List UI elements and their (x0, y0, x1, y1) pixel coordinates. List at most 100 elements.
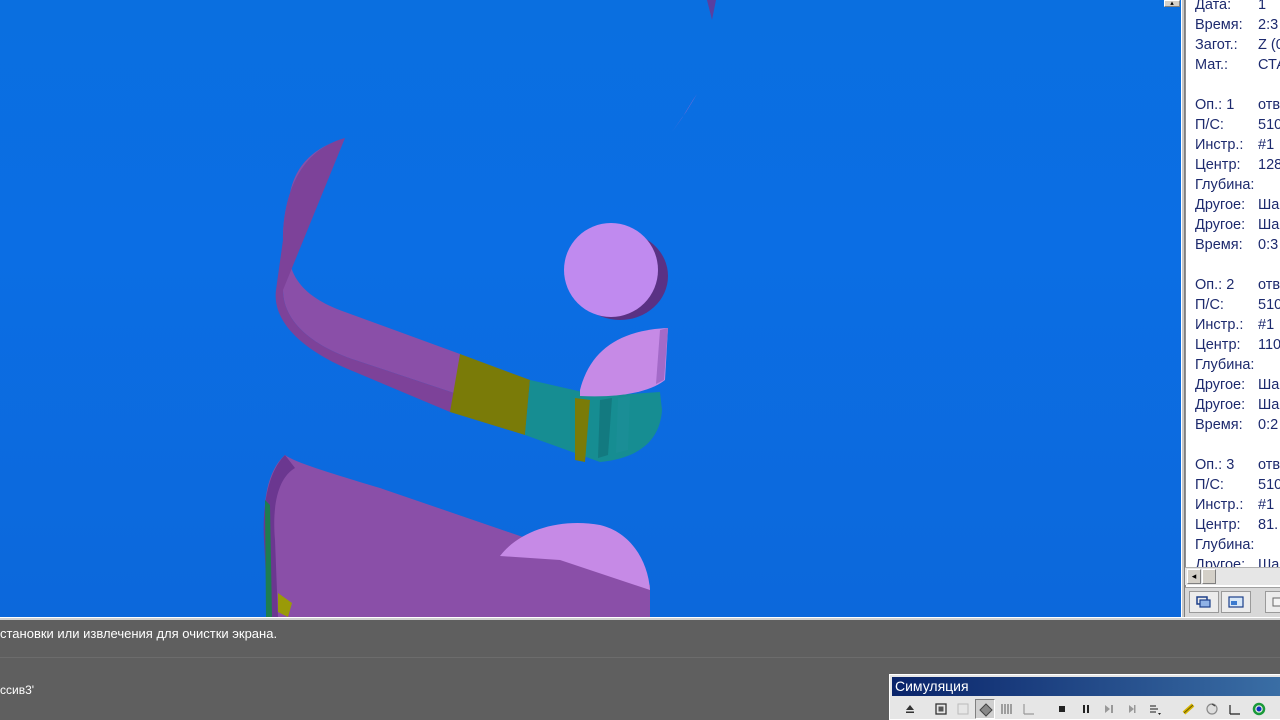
info-row (1195, 75, 1258, 95)
command-prompt-text: становки или извлечения для очистки экра… (0, 626, 278, 641)
info-row-label: Другое: (1195, 377, 1246, 393)
info-row: Оп.: 3 отв (1195, 455, 1280, 475)
line-button[interactable] (1225, 699, 1245, 719)
axes-button[interactable] (1019, 699, 1039, 719)
scroll-thumb[interactable] (1202, 569, 1216, 584)
info-row-label: Время: (1195, 237, 1243, 253)
command-input-line[interactable]: ссив3' (0, 683, 34, 697)
info-row-value: Ша (1258, 217, 1280, 233)
speed-dropdown-button[interactable] (1145, 699, 1165, 719)
info-row: Инстр.: #1 (1195, 315, 1274, 335)
info-row-value: #1 (1258, 137, 1275, 153)
stop-icon (1059, 706, 1065, 712)
info-row-label: Глубина: (1195, 537, 1255, 553)
tab-script[interactable] (1265, 591, 1280, 613)
info-row-label: Время: (1195, 417, 1243, 433)
upper-wall-yellow-segment (450, 354, 530, 435)
info-row-value: СТА (1258, 57, 1280, 73)
info-row-label: Оп.: 2 (1195, 277, 1235, 293)
info-row: Инстр.: #1 (1195, 135, 1274, 155)
pause-icon (1083, 705, 1089, 713)
info-row: Глубина: (1195, 535, 1258, 555)
info-row-label: Инстр.: (1195, 497, 1244, 513)
info-panel-tabs (1185, 587, 1280, 617)
info-row-value: Ша (1258, 377, 1280, 393)
info-row: Центр: 81. (1195, 515, 1278, 535)
command-separator (0, 657, 1280, 658)
stock-box-icon (935, 703, 947, 715)
info-row-label: Глубина: (1195, 357, 1255, 373)
layers-icon (1196, 596, 1211, 608)
info-row-value: 1 (1258, 0, 1267, 13)
info-row-label: Центр: (1195, 157, 1241, 173)
info-row-label: Глубина: (1195, 177, 1255, 193)
script-icon (1272, 597, 1280, 607)
info-row-value: 81. (1258, 517, 1279, 533)
simulation-viewport[interactable] (0, 0, 1181, 617)
info-row: П/С: 510 (1195, 295, 1280, 315)
toolpath-icon (1001, 704, 1012, 714)
step-forward-button[interactable] (1099, 699, 1119, 719)
info-row: Загот.: Z (0 (1195, 35, 1280, 55)
info-row-value: отв (1258, 97, 1280, 113)
scroll-left-button[interactable]: ◂ (1187, 569, 1201, 584)
color-ring-button[interactable] (1249, 699, 1269, 719)
tab-layers[interactable] (1189, 591, 1219, 613)
info-row-value: 110 (1258, 337, 1280, 353)
info-row: Другое: Ша (1195, 395, 1279, 415)
measure-button[interactable] (1179, 699, 1199, 719)
info-row-value: 0:3 (1258, 237, 1279, 253)
panel-scroll-up-button[interactable]: ▴ (1164, 0, 1180, 7)
simulation-toolbar-buttons (892, 698, 1280, 720)
info-row-label: Оп.: 3 (1195, 457, 1235, 473)
info-row-label: П/С: (1195, 297, 1224, 313)
wireframe-button[interactable] (953, 699, 973, 719)
info-row-value: #1 (1258, 497, 1275, 513)
speed-dropdown-icon (1150, 705, 1161, 715)
measure-icon (1182, 703, 1195, 715)
info-row-label: Инстр.: (1195, 317, 1244, 333)
info-row: Другое: Ша (1195, 375, 1279, 395)
info-row: Дата: 1 (1195, 0, 1266, 15)
info-row: П/С: 510 (1195, 115, 1280, 135)
info-row-label: Мат.: (1195, 57, 1229, 73)
info-row (1195, 435, 1258, 455)
info-row: Оп.: 1 отв (1195, 95, 1280, 115)
rotate-button[interactable] (1202, 699, 1222, 719)
info-row: Инстр.: #1 (1195, 495, 1274, 515)
info-row-label: Центр: (1195, 517, 1241, 533)
simulation-toolbar-title[interactable]: Симуляция (892, 677, 1280, 696)
solid-shade-button[interactable] (975, 699, 995, 719)
info-row-value: 510 (1258, 117, 1280, 133)
info-panel-hscrollbar[interactable]: ◂ (1185, 567, 1280, 585)
solid-shade-icon (979, 703, 993, 717)
tab-image[interactable] (1221, 591, 1251, 613)
toolpath-button[interactable] (997, 699, 1017, 719)
line-icon (1229, 705, 1240, 715)
info-row-value: Ша (1258, 397, 1280, 413)
info-row-label: Инстр.: (1195, 137, 1244, 153)
info-row: Центр: 128 (1195, 155, 1280, 175)
skip-end-button[interactable] (1122, 699, 1142, 719)
info-row: Время: 2:3 (1195, 15, 1278, 35)
stop-button[interactable] (1052, 699, 1072, 719)
axes-icon (1023, 704, 1034, 715)
info-row-value: 2:3 (1258, 17, 1279, 33)
info-row-label: Загот.: (1195, 37, 1238, 53)
rotate-icon (1206, 703, 1218, 715)
info-row-value: 510 (1258, 477, 1280, 493)
pause-button[interactable] (1076, 699, 1096, 719)
info-row (1195, 255, 1258, 275)
info-row: П/С: 510 (1195, 475, 1280, 495)
info-row: Глубина: (1195, 175, 1258, 195)
info-row: Глубина: (1195, 355, 1258, 375)
info-row-value: 510 (1258, 297, 1280, 313)
info-row: Другое: Ша (1195, 215, 1279, 235)
drilled-hole (564, 223, 658, 317)
info-row-value: Z (0 (1258, 37, 1280, 53)
simulation-toolbar: Симуляция (889, 674, 1280, 720)
eject-button[interactable] (900, 699, 920, 719)
stock-box-button[interactable] (931, 699, 951, 719)
info-row-label: Другое: (1195, 197, 1246, 213)
skip-end-icon (1129, 705, 1136, 713)
